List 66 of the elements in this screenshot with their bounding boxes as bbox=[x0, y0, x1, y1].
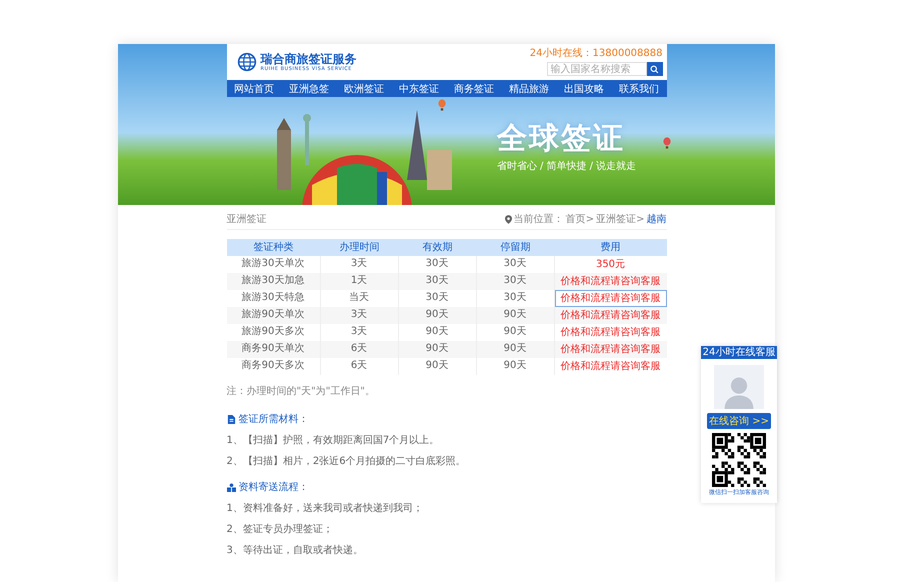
column-header: 签证种类 bbox=[252, 240, 294, 255]
column-header: 有效期 bbox=[422, 240, 454, 255]
table-cell: 90天 bbox=[476, 358, 554, 375]
breadcrumb-link[interactable]: 越南 bbox=[646, 212, 666, 226]
table-cell: 3天 bbox=[320, 307, 398, 324]
nav-link[interactable]: 中东签证 bbox=[392, 82, 446, 96]
list-item-text: 1、【扫描】护照，有效期距离回国7个月以上。 bbox=[226, 434, 440, 447]
hot-air-balloon-icon bbox=[438, 99, 446, 111]
table-cell: 商务90天多次 bbox=[226, 358, 320, 375]
banner-tagline: 省时省心 / 简单快捷 / 说走就走 bbox=[496, 160, 636, 173]
breadcrumb-link[interactable]: 首页> bbox=[566, 212, 594, 226]
price-cell-text: 价格和流程请咨询客服 bbox=[560, 274, 662, 289]
table-cell: 6天 bbox=[320, 341, 398, 358]
table-cell: 90天 bbox=[398, 358, 476, 375]
search-button[interactable] bbox=[646, 62, 662, 76]
note-text: 注：办理时间的"天"为"工作日"。 bbox=[226, 384, 376, 398]
location-pin-icon bbox=[504, 214, 512, 224]
logo-title: 瑞合商旅签证服务 bbox=[260, 52, 356, 66]
table-cell: 30天 bbox=[476, 273, 554, 290]
table-cell: 商务90天单次 bbox=[226, 341, 320, 358]
support-title: 24小时在线客服 bbox=[701, 346, 777, 359]
table-cell: 90天 bbox=[476, 307, 554, 324]
price-cell-text: 价格和流程请咨询客服 bbox=[560, 342, 662, 357]
price-cell: 价格和流程请咨询客服 bbox=[554, 290, 666, 307]
table-cell: 90天 bbox=[398, 341, 476, 358]
column-header: 办理时间 bbox=[338, 240, 380, 255]
nav-link[interactable]: 商务签证 bbox=[446, 82, 502, 96]
price-cell-text: 350元 bbox=[594, 258, 626, 272]
nav-link[interactable]: 联系我们 bbox=[612, 82, 666, 96]
section-heading: 签证所需材料： bbox=[238, 412, 308, 426]
nav-link[interactable]: 网站首页 bbox=[226, 82, 282, 96]
column-header: 停留期 bbox=[500, 240, 532, 255]
search-icon bbox=[650, 64, 659, 74]
nav-link[interactable]: 出国攻略 bbox=[556, 82, 612, 96]
online-consult-button[interactable]: 在线咨询 >> bbox=[707, 413, 771, 429]
document-icon bbox=[226, 414, 236, 424]
list-item-text: 2、【扫描】相片，2张近6个月拍摄的二寸白底彩照。 bbox=[226, 454, 467, 468]
people-icon bbox=[226, 482, 236, 492]
breadcrumb-label: 当前位置： bbox=[514, 212, 564, 226]
breadcrumb-link[interactable]: 亚洲签证> bbox=[596, 212, 644, 226]
table-cell: 30天 bbox=[398, 273, 476, 290]
qr-code-icon bbox=[712, 433, 766, 487]
section-heading: 资料寄送流程： bbox=[238, 480, 308, 494]
nav-link[interactable]: 亚洲急签 bbox=[282, 82, 336, 96]
hotline-text: 24小时在线：13800008888 bbox=[530, 48, 662, 60]
price-cell-text: 价格和流程请咨询客服 bbox=[560, 308, 662, 323]
table-cell: 90天 bbox=[398, 307, 476, 324]
table-cell: 90天 bbox=[476, 341, 554, 358]
list-item-text: 2、签证专员办理签证； bbox=[226, 522, 334, 536]
nav-link[interactable]: 欧洲签证 bbox=[336, 82, 392, 96]
banner-title: 全球签证 bbox=[496, 120, 625, 158]
list-item-text: 3、等待出证，自取或者快递。 bbox=[226, 544, 364, 557]
hot-air-balloon-icon bbox=[663, 137, 671, 149]
globe-logo-icon bbox=[236, 52, 256, 72]
price-cell-text: 价格和流程请咨询客服 bbox=[560, 326, 662, 340]
table-cell: 1天 bbox=[320, 273, 398, 290]
table-cell: 旅游90天单次 bbox=[226, 307, 320, 324]
nav-link[interactable]: 精品旅游 bbox=[502, 82, 556, 96]
list-item-text: 1、资料准备好，送来我司或者快递到我司； bbox=[226, 502, 424, 515]
search-field[interactable]: 输入国家名称搜索 bbox=[546, 62, 646, 76]
table-cell: 旅游30天加急 bbox=[226, 273, 320, 290]
table-cell: 6天 bbox=[320, 358, 398, 375]
column-header: 费用 bbox=[600, 240, 622, 255]
avatar-placeholder bbox=[714, 365, 764, 409]
price-cell-text: 价格和流程请咨询客服 bbox=[560, 360, 662, 374]
section-title: 亚洲签证 bbox=[226, 212, 266, 226]
